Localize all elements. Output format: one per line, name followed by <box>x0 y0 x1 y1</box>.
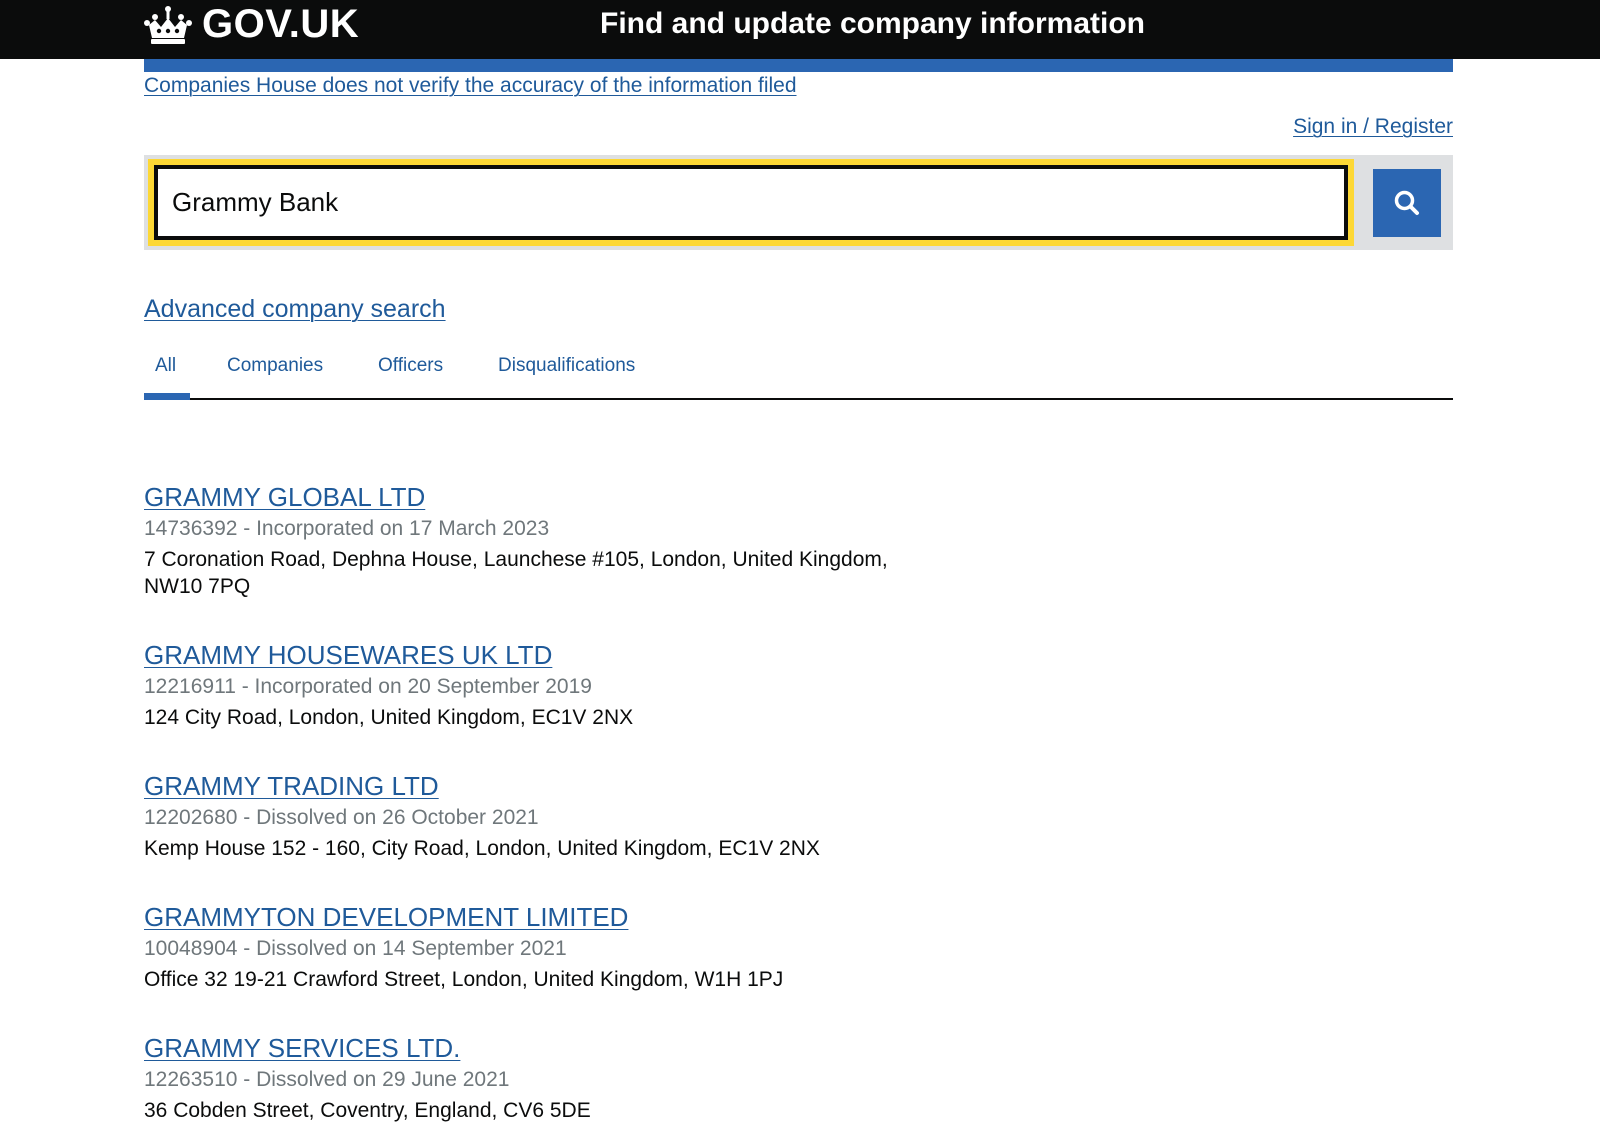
tab-companies[interactable]: Companies <box>227 354 323 378</box>
result-company-link[interactable]: GRAMMY GLOBAL LTD <box>144 481 1044 513</box>
search-result: GRAMMY GLOBAL LTD 14736392 - Incorporate… <box>144 481 1044 600</box>
accuracy-notice-link[interactable]: Companies House does not verify the accu… <box>144 73 797 99</box>
results-tabs: All Companies Officers Disqualifications <box>144 340 1453 400</box>
result-company-link[interactable]: GRAMMY SERVICES LTD. <box>144 1032 1044 1064</box>
service-name-link[interactable]: Find and update company information <box>600 4 1145 44</box>
result-company-link[interactable]: GRAMMY HOUSEWARES UK LTD <box>144 639 1044 671</box>
sign-in-register-link[interactable]: Sign in / Register <box>1293 114 1453 140</box>
header-blue-bar <box>144 59 1453 72</box>
result-company-address: 36 Cobden Street, Coventry, England, CV6… <box>144 1099 591 1122</box>
search-result: GRAMMY SERVICES LTD. 12263510 - Dissolve… <box>144 1032 1044 1124</box>
result-company-link[interactable]: GRAMMY TRADING LTD <box>144 770 1044 802</box>
company-search-input[interactable] <box>150 161 1352 244</box>
site-header: GOV.UK Find and update company informati… <box>0 0 1600 59</box>
tab-all[interactable]: All <box>155 354 176 378</box>
result-address-line: 7 Coronation Road, Dephna House, Launche… <box>144 548 888 571</box>
result-company-meta: 14736392 - Incorporated on 17 March 2023 <box>144 517 550 540</box>
search-result: GRAMMYTON DEVELOPMENT LIMITED 10048904 -… <box>144 901 1044 993</box>
result-company-address: 7 Coronation Road, Dephna House, Launche… <box>144 546 1044 600</box>
tab-officers[interactable]: Officers <box>378 354 443 378</box>
result-company-meta: 12202680 - Dissolved on 26 October 2021 <box>144 806 539 829</box>
crown-icon <box>144 6 192 44</box>
result-company-meta: 12216911 - Incorporated on 20 September … <box>144 675 592 698</box>
result-company-address: Kemp House 152 - 160, City Road, London,… <box>144 837 820 860</box>
search-result: GRAMMY TRADING LTD 12202680 - Dissolved … <box>144 770 1044 862</box>
result-company-link[interactable]: GRAMMYTON DEVELOPMENT LIMITED <box>144 901 1044 933</box>
result-company-meta: 12263510 - Dissolved on 29 June 2021 <box>144 1068 510 1091</box>
active-tab-indicator <box>144 393 190 400</box>
search-icon <box>1394 190 1419 215</box>
govuk-logo-link[interactable]: GOV.UK <box>202 2 359 46</box>
result-address-line: NW10 7PQ <box>144 575 251 598</box>
result-company-meta: 10048904 - Dissolved on 14 September 202… <box>144 937 567 960</box>
result-company-address: Office 32 19-21 Crawford Street, London,… <box>144 968 784 991</box>
advanced-company-search-link[interactable]: Advanced company search <box>144 293 446 325</box>
tab-disqualifications[interactable]: Disqualifications <box>498 354 635 378</box>
search-result: GRAMMY HOUSEWARES UK LTD 12216911 - Inco… <box>144 639 1044 731</box>
result-company-address: 124 City Road, London, United Kingdom, E… <box>144 706 634 729</box>
search-button[interactable] <box>1373 169 1441 237</box>
search-panel <box>144 155 1453 250</box>
